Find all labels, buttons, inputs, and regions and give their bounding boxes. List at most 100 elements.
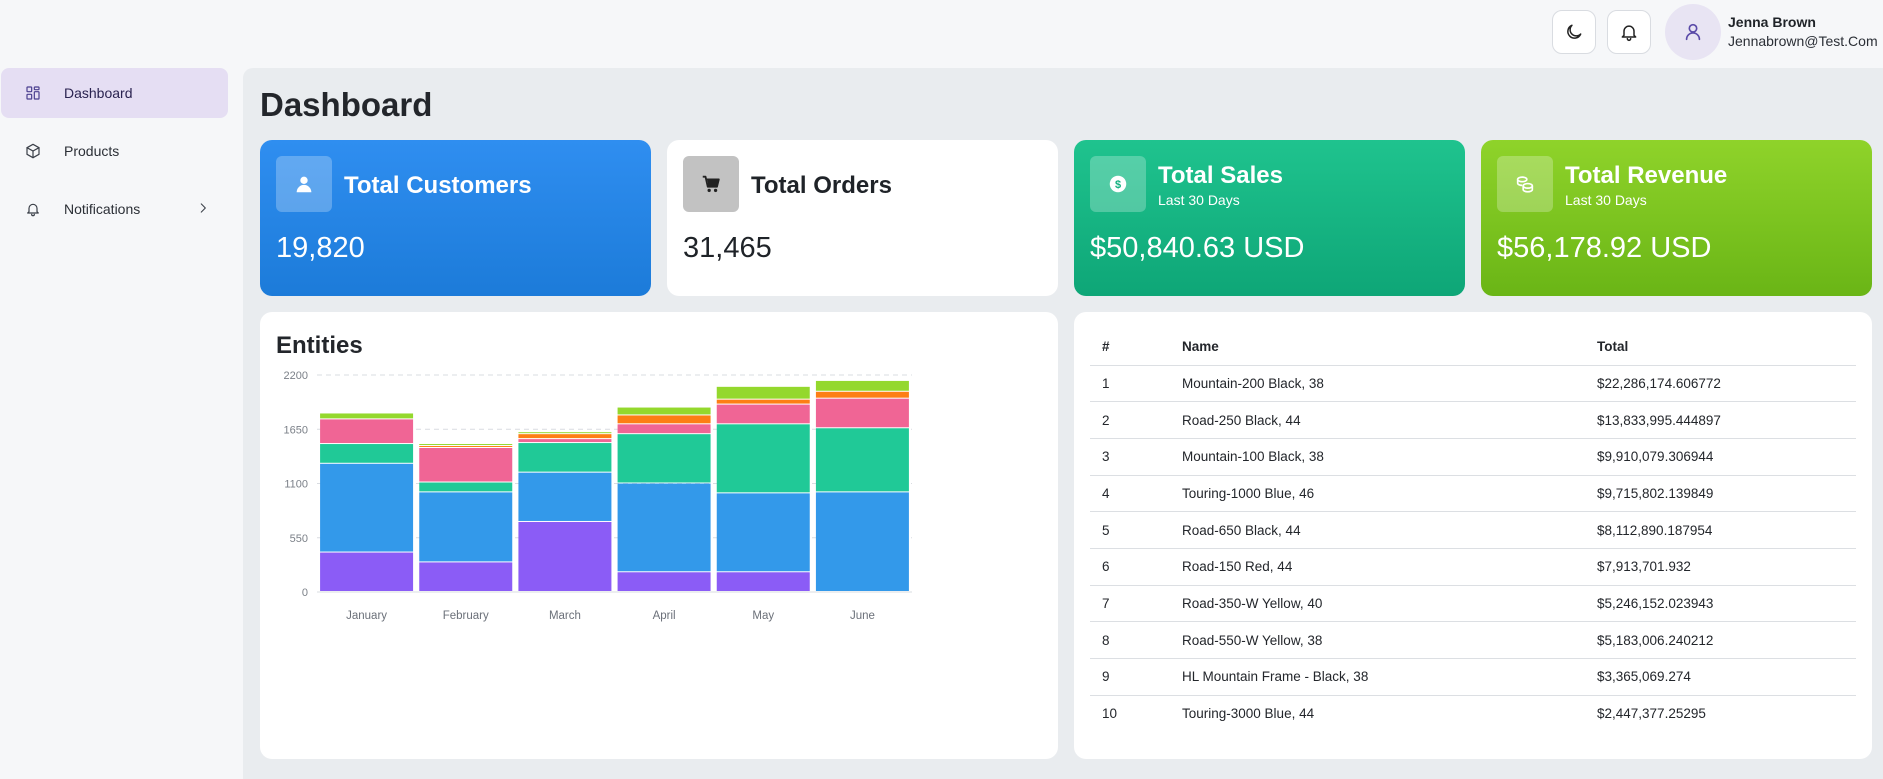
bar-segment[interactable] [320,463,414,552]
table-row: 5 Road-650 Black, 44 $8,112,890.187954 [1090,511,1856,549]
table-row: 10 Touring-3000 Blue, 44 $2,447,377.25295 [1090,695,1856,732]
user-email: Jennabrown@Test.Com [1728,33,1878,49]
cell-index: 3 [1090,438,1170,476]
bar-segment[interactable] [320,419,414,444]
y-tick-label: 1100 [284,479,308,491]
bar-segment[interactable] [320,552,414,591]
card-value: 31,465 [683,232,772,264]
bar-segment[interactable] [617,483,711,572]
cell-index: 4 [1090,475,1170,513]
sidebar: Dashboard Products Notifications [0,68,243,779]
notifications-button[interactable] [1607,10,1651,54]
bar-segment[interactable] [815,380,909,391]
bar-segment[interactable] [320,413,414,419]
x-tick-label: January [346,610,387,622]
cell-name: Road-250 Black, 44 [1170,401,1585,439]
bar-segment[interactable] [419,482,513,492]
cell-total: $9,715,802.139849 [1585,475,1856,513]
bar-segment[interactable] [716,386,810,399]
bar-segment[interactable] [419,562,513,591]
products-table: # Name Total 1 Mountain-200 Black, 38 $22,… [1090,329,1856,732]
bar-segment[interactable] [815,391,909,398]
card-icon-badge [276,156,332,212]
card-subtitle: Last 30 Days [1565,192,1647,208]
card-icon-badge [1497,156,1553,212]
cell-total: $9,910,079.306944 [1585,438,1856,476]
table-row: 7 Road-350-W Yellow, 40 $5,246,152.023943 [1090,585,1856,623]
cell-total: $5,246,152.023943 [1585,585,1856,623]
cell-name: Touring-3000 Blue, 44 [1182,706,1315,722]
sidebar-item-notifications[interactable]: Notifications [1,184,228,234]
table-row: 3 Mountain-100 Black, 38 $9,910,079.306944 [1090,438,1856,476]
bell-icon [27,203,39,217]
bar-segment[interactable] [815,428,909,492]
cell-name: Road-550-W Yellow, 38 [1170,621,1585,659]
sidebar-item-products[interactable]: Products [1,126,228,176]
bar-segment[interactable] [518,521,612,591]
bar-segment[interactable] [518,439,612,443]
column-header-name: Name [1170,329,1585,366]
bar-segment[interactable] [518,443,612,472]
card-subtitle: Last 30 Days [1158,192,1240,208]
cell-total: $8,112,890.187954 [1585,511,1856,549]
theme-toggle-button[interactable] [1552,10,1596,54]
cell-name: Road-150 Red, 44 [1170,548,1585,586]
cell-name: Touring-1000 Blue, 46 [1170,475,1585,513]
bar-segment[interactable] [518,432,612,434]
table-row: 9 HL Mountain Frame - Black, 38 $3,365,069… [1090,658,1856,696]
top-bar: Jenna Brown Jennabrown@Test.Com [0,0,1883,68]
sidebar-item-label: Dashboard [64,85,133,101]
bar-segment[interactable] [518,434,612,439]
cell-index: 7 [1090,585,1170,623]
bar-segment[interactable] [716,424,810,493]
cart-icon [702,175,720,193]
sidebar-item-dashboard[interactable]: Dashboard [1,68,228,118]
bar-segment[interactable] [518,472,612,521]
x-tick-label: April [653,610,676,622]
column-header-total: Total [1585,329,1856,366]
page-title: Dashboard [260,86,433,123]
table-row: 8 Road-550-W Yellow, 38 $5,183,006.240212 [1090,621,1856,659]
bar-segment[interactable] [419,444,513,446]
card-title: Total Customers [344,172,532,199]
cell-name: Mountain-200 Black, 38 [1170,365,1585,403]
bar-segment[interactable] [617,424,711,434]
cell-name: HL Mountain Frame - Black, 38 [1170,658,1585,696]
bar-segment[interactable] [716,404,810,424]
y-tick-label: 1650 [284,424,308,436]
sidebar-item-label: Notifications [64,201,141,217]
user-icon [296,176,312,193]
bar-segment[interactable] [716,493,810,572]
card-total-revenue: Total Revenue Last 30 Days $56,178.92 US… [1481,140,1872,296]
column-header-index: # [1090,329,1170,366]
bar-segment[interactable] [320,444,414,463]
y-tick-label: 550 [290,533,308,545]
cell-total: $22,286,174.606772 [1585,365,1856,403]
bar-segment[interactable] [617,434,711,483]
cell-total: $2,447,377.25295 [1597,706,1706,722]
y-tick-label: 0 [302,587,308,599]
cell-index: 1 [1090,365,1170,403]
bar-segment[interactable] [815,492,909,591]
card-total-orders: Total Orders 31,465 [667,140,1058,296]
cell-index: 6 [1090,548,1170,586]
coins-icon [1516,176,1534,193]
x-tick-label: May [752,610,774,622]
cell-total: $13,833,995.444897 [1585,401,1856,439]
avatar[interactable] [1665,4,1721,60]
bar-segment[interactable] [419,492,513,562]
card-title: Total Sales [1158,162,1283,189]
bar-segment[interactable] [617,407,711,415]
bar-segment[interactable] [419,447,513,482]
card-total-customers: Total Customers 19,820 [260,140,651,296]
bar-segment[interactable] [815,398,909,428]
cell-total: $3,365,069.274 [1585,658,1856,696]
bar-segment[interactable] [716,572,810,591]
bar-segment[interactable] [617,415,711,424]
bar-segment[interactable] [419,446,513,447]
card-title: Total Orders [751,172,892,199]
entities-chart: 0 550 1100 1650 2200 January February March Apri… [284,370,912,622]
card-total-sales: $ Total Sales Last 30 Days $50,840.63 US… [1074,140,1465,296]
bar-segment[interactable] [617,572,711,591]
bar-segment[interactable] [716,399,810,404]
